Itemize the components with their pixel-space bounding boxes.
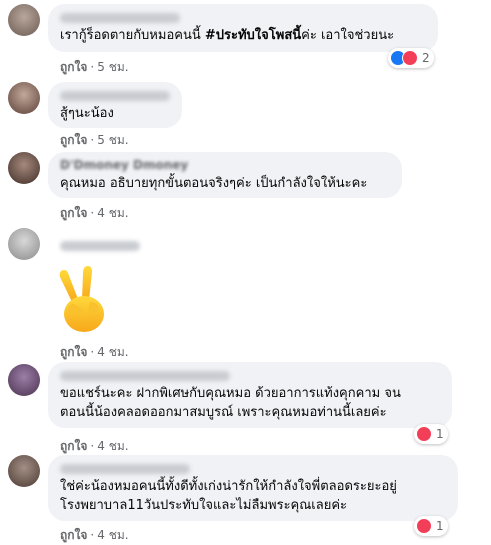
timestamp[interactable]: 4 ชม. [97, 439, 128, 453]
comment-bubble: ใช่ค่ะน้องหมอคนนี้ทั้งดีทั้งเก่งน่ารักให… [48, 455, 458, 521]
love-reaction-icon [416, 426, 432, 442]
comment-meta: ถูกใจ · 4 ชม. [60, 526, 129, 545]
avatar[interactable] [8, 82, 40, 114]
separator: · [90, 345, 95, 359]
separator: · [90, 133, 95, 147]
reaction-count: 2 [422, 51, 430, 65]
comment-meta: ถูกใจ · 4 ชม. [60, 343, 129, 362]
love-reaction-icon [416, 518, 432, 534]
comment-text: ขอแชร์นะคะ ฝากพิเศษกับคุณหมอ ด้วยอาการแท… [60, 386, 401, 420]
victory-hand-emoji-icon [59, 266, 104, 332]
commenter-name[interactable]: D'Dmoney Dmoney [60, 158, 390, 172]
comment-bubble: D'Dmoney Dmoney คุณหมอ อธิบายทุกขั้นตอนจ… [48, 152, 402, 198]
reaction-count: 1 [436, 427, 444, 441]
like-button[interactable]: ถูกใจ [60, 60, 87, 74]
comment-meta: ถูกใจ · 5 ชม. [60, 131, 129, 150]
comment-meta: ถูกใจ · 5 ชม. [60, 58, 129, 77]
separator: · [90, 60, 95, 74]
commenter-name[interactable] [60, 241, 140, 251]
reaction-summary[interactable]: 1 [414, 516, 448, 536]
comment-text: ใช่ค่ะน้องหมอคนนี้ทั้งดีทั้งเก่งน่ารักให… [60, 479, 397, 513]
commenter-name[interactable] [60, 371, 230, 381]
hashtag-link[interactable]: #ประทับใจโพสนี้ [205, 28, 301, 43]
timestamp[interactable]: 5 ชม. [97, 133, 128, 147]
comment-meta: ถูกใจ · 4 ชม. [60, 437, 129, 456]
comment-bubble: สู้ๆนะน้อง [48, 82, 182, 128]
commenter-name[interactable] [60, 464, 190, 474]
love-reaction-icon [402, 50, 418, 66]
reaction-summary[interactable]: 2 [388, 48, 434, 68]
avatar[interactable] [8, 152, 40, 184]
comment-meta: ถูกใจ · 4 ชม. [60, 204, 129, 223]
commenter-name[interactable] [60, 91, 170, 101]
avatar[interactable] [8, 228, 40, 260]
separator: · [90, 206, 95, 220]
like-button[interactable]: ถูกใจ [60, 439, 87, 453]
comment-text: เรากู้ร็อดตายกับหมอคนนี้ #ประทับใจโพสนี้… [60, 28, 395, 43]
reaction-count: 1 [436, 519, 444, 533]
separator: · [90, 439, 95, 453]
avatar[interactable] [8, 455, 40, 487]
commenter-name[interactable] [60, 13, 180, 23]
timestamp[interactable]: 4 ชม. [97, 206, 128, 220]
reaction-summary[interactable]: 1 [414, 424, 448, 444]
like-button[interactable]: ถูกใจ [60, 206, 87, 220]
like-button[interactable]: ถูกใจ [60, 345, 87, 359]
avatar[interactable] [8, 4, 40, 36]
like-button[interactable]: ถูกใจ [60, 133, 87, 147]
comment-text: คุณหมอ อธิบายทุกขั้นตอนจริงๆค่ะ เป็นกำลั… [60, 176, 368, 191]
comment-bubble: ขอแชร์นะคะ ฝากพิเศษกับคุณหมอ ด้วยอาการแท… [48, 362, 452, 428]
timestamp[interactable]: 5 ชม. [97, 60, 128, 74]
timestamp[interactable]: 4 ชม. [97, 345, 128, 359]
avatar[interactable] [8, 364, 40, 396]
comment-bubble: เรากู้ร็อดตายกับหมอคนนี้ #ประทับใจโพสนี้… [48, 4, 438, 52]
comment-text: สู้ๆนะน้อง [60, 106, 114, 121]
